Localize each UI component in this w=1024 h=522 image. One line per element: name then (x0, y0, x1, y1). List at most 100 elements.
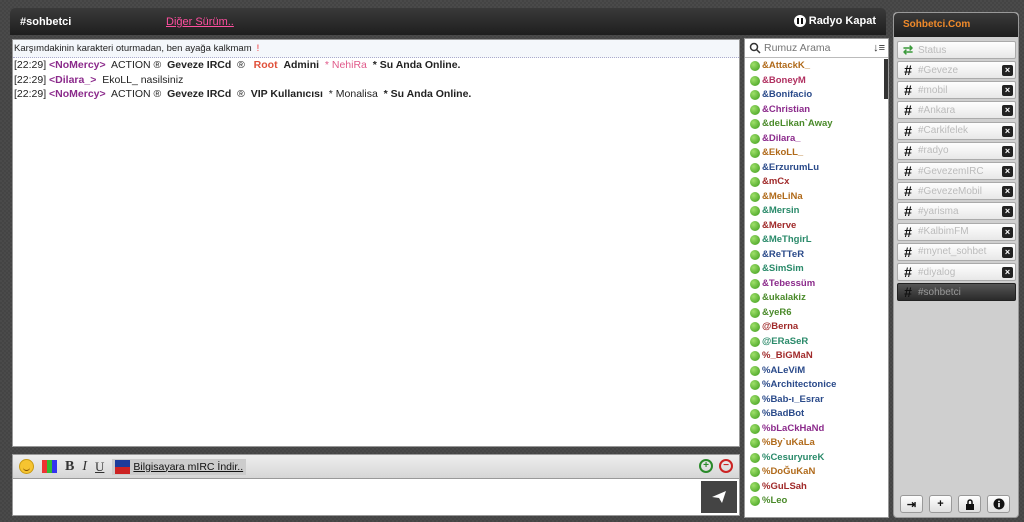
lock-icon[interactable] (958, 495, 981, 513)
message-text: ® (237, 88, 245, 100)
format-toolbar: B I U Bilgisayara mIRC İndir.. + − (12, 454, 740, 478)
user-list-item[interactable]: %By`uKaLa (745, 436, 885, 451)
channel-tab[interactable]: # #mynet_sohbet × (897, 242, 1016, 261)
user-nick: @ERaSeR (762, 335, 809, 347)
channel-tab[interactable]: # #mobil × (897, 81, 1016, 100)
user-list-item[interactable]: &ErzurumLu (745, 161, 885, 176)
sort-icon[interactable]: ↓≡ (873, 42, 885, 54)
status-tab[interactable]: ⇄ Status (897, 41, 1016, 59)
channel-tab[interactable]: # #radyo × (897, 141, 1016, 160)
user-nick: %BadBot (762, 408, 805, 419)
channel-tab[interactable]: # #Ankara × (897, 101, 1016, 120)
user-list-item[interactable]: %CesuryureK (745, 451, 885, 466)
underline-button[interactable]: U (95, 459, 104, 475)
user-list-item[interactable]: &Dilara_ (745, 132, 885, 147)
nick-search-input[interactable] (764, 42, 864, 54)
italic-button[interactable]: I (82, 459, 87, 475)
user-list-item[interactable]: %bLaCkHaNd (745, 422, 885, 437)
close-icon[interactable]: × (1002, 226, 1013, 238)
channel-tab[interactable]: # #Carkifelek × (897, 121, 1016, 140)
user-list-item[interactable]: &yeR6 (745, 306, 885, 321)
user-list-item[interactable]: &MeThgirL (745, 233, 885, 248)
user-list-item[interactable]: %Architectonice (745, 378, 885, 393)
channel-tab[interactable]: # #GevezemIRC × (897, 162, 1016, 180)
user-list-item[interactable]: &SimSim (745, 262, 885, 277)
close-icon[interactable]: × (1002, 186, 1013, 198)
user-list-item[interactable]: &deLikan`Away (745, 117, 885, 132)
message-text: Geveze IRCd (167, 59, 232, 71)
user-list-item[interactable]: &Mersin (745, 204, 885, 219)
online-status-icon (750, 438, 760, 449)
message-text: EkoLL_ nasilsiniz (102, 73, 184, 86)
zoom-in-icon[interactable]: + (699, 459, 713, 473)
close-icon[interactable]: × (1002, 145, 1013, 157)
channel-tab[interactable]: # #sohbetci (897, 283, 1016, 302)
user-list-item[interactable]: &ukalakiz (745, 291, 885, 306)
user-list-item[interactable]: %DoĞuKaN (745, 465, 885, 480)
close-icon[interactable]: × (1002, 246, 1013, 258)
info-icon[interactable] (987, 495, 1010, 513)
close-icon[interactable]: × (1002, 125, 1013, 137)
other-version-link[interactable]: Diğer Sürüm.. (166, 16, 234, 28)
channel-tab[interactable]: # #KalbimFM × (897, 222, 1016, 241)
add-icon[interactable]: + (929, 495, 952, 513)
channel-tab[interactable]: # #yarisma × (897, 202, 1016, 221)
user-list-item[interactable]: &BoneyM (745, 74, 885, 89)
color-palette-icon[interactable] (42, 460, 57, 473)
user-list-item[interactable]: %Leo (745, 494, 885, 509)
radio-toggle-button[interactable]: Radyo Kapat (793, 15, 876, 27)
join-icon[interactable]: ⇥ (900, 495, 923, 513)
channel-topic: Karşımdakinin karakteri oturmadan, ben a… (13, 40, 739, 58)
user-list-item[interactable]: %GuLSah (745, 480, 885, 495)
close-icon[interactable]: × (1002, 267, 1013, 278)
user-list-item[interactable]: &Christian (745, 103, 885, 118)
nick-search (745, 39, 888, 58)
user-list-item[interactable]: %ALeViM (745, 364, 885, 379)
zoom-out-icon[interactable]: − (719, 459, 733, 473)
message-text: ® (237, 59, 245, 71)
user-list-item[interactable]: &MeLiNa (745, 190, 885, 205)
message-time: [22:29] (14, 88, 47, 100)
channel-tab[interactable]: # #GevezeMobil × (897, 182, 1016, 201)
channel-tab[interactable]: # #Geveze × (897, 61, 1016, 79)
user-list-item[interactable]: @ERaSeR (745, 335, 885, 350)
user-list-item[interactable]: &Merve (745, 219, 885, 234)
bold-button[interactable]: B (65, 459, 74, 475)
message-text: Geveze IRCd (167, 88, 232, 100)
user-list-scrollbar[interactable] (884, 59, 888, 99)
user-list-item[interactable]: &ReTTeR (745, 248, 885, 263)
close-icon[interactable]: × (1002, 105, 1013, 117)
user-list-item[interactable]: @Berna (745, 320, 885, 335)
chat-message: [22:29] <Dilara_> EkoLL_ nasilsiniz (13, 73, 739, 88)
user-nick: %Bab-ı_Esrar (762, 393, 824, 405)
message-nick[interactable]: <Dilara_> (49, 74, 96, 86)
close-icon[interactable]: × (1002, 65, 1013, 76)
message-nick[interactable]: <NoMercy> (49, 59, 106, 71)
user-list-item[interactable]: &Bonifacio (745, 88, 885, 103)
online-status-icon (750, 148, 760, 159)
message-input[interactable] (17, 483, 697, 511)
user-list-item[interactable]: &AttackK_ (745, 59, 885, 74)
hash-icon: # (904, 223, 912, 240)
online-status-icon (750, 307, 760, 318)
send-button[interactable] (701, 481, 737, 513)
user-list-item[interactable]: &EkoLL_ (745, 146, 885, 161)
user-list-item[interactable]: &Tebessüm (745, 277, 885, 292)
channel-tab[interactable]: # #diyalog × (897, 263, 1016, 281)
user-list-item[interactable]: %BadBot (745, 407, 885, 422)
hash-icon: # (904, 142, 912, 159)
user-list-item[interactable]: %Bab-ı_Esrar (745, 393, 885, 408)
message-nick[interactable]: <NoMercy> (49, 88, 106, 100)
online-status-icon (750, 322, 760, 333)
close-icon[interactable]: × (1002, 85, 1013, 97)
user-list-item[interactable]: %_BiGMaN (745, 349, 885, 364)
user-list-item[interactable]: &mCx (745, 175, 885, 190)
topic-mark: ! (256, 43, 260, 54)
close-icon[interactable]: × (1002, 166, 1013, 177)
close-icon[interactable]: × (1002, 206, 1013, 218)
channel-name: #yarisma (918, 205, 959, 217)
hash-icon: # (904, 183, 912, 200)
mirc-download-link[interactable]: Bilgisayara mIRC İndir.. (112, 458, 247, 475)
emoji-icon[interactable] (19, 459, 34, 474)
message-text: Admini (283, 59, 320, 71)
